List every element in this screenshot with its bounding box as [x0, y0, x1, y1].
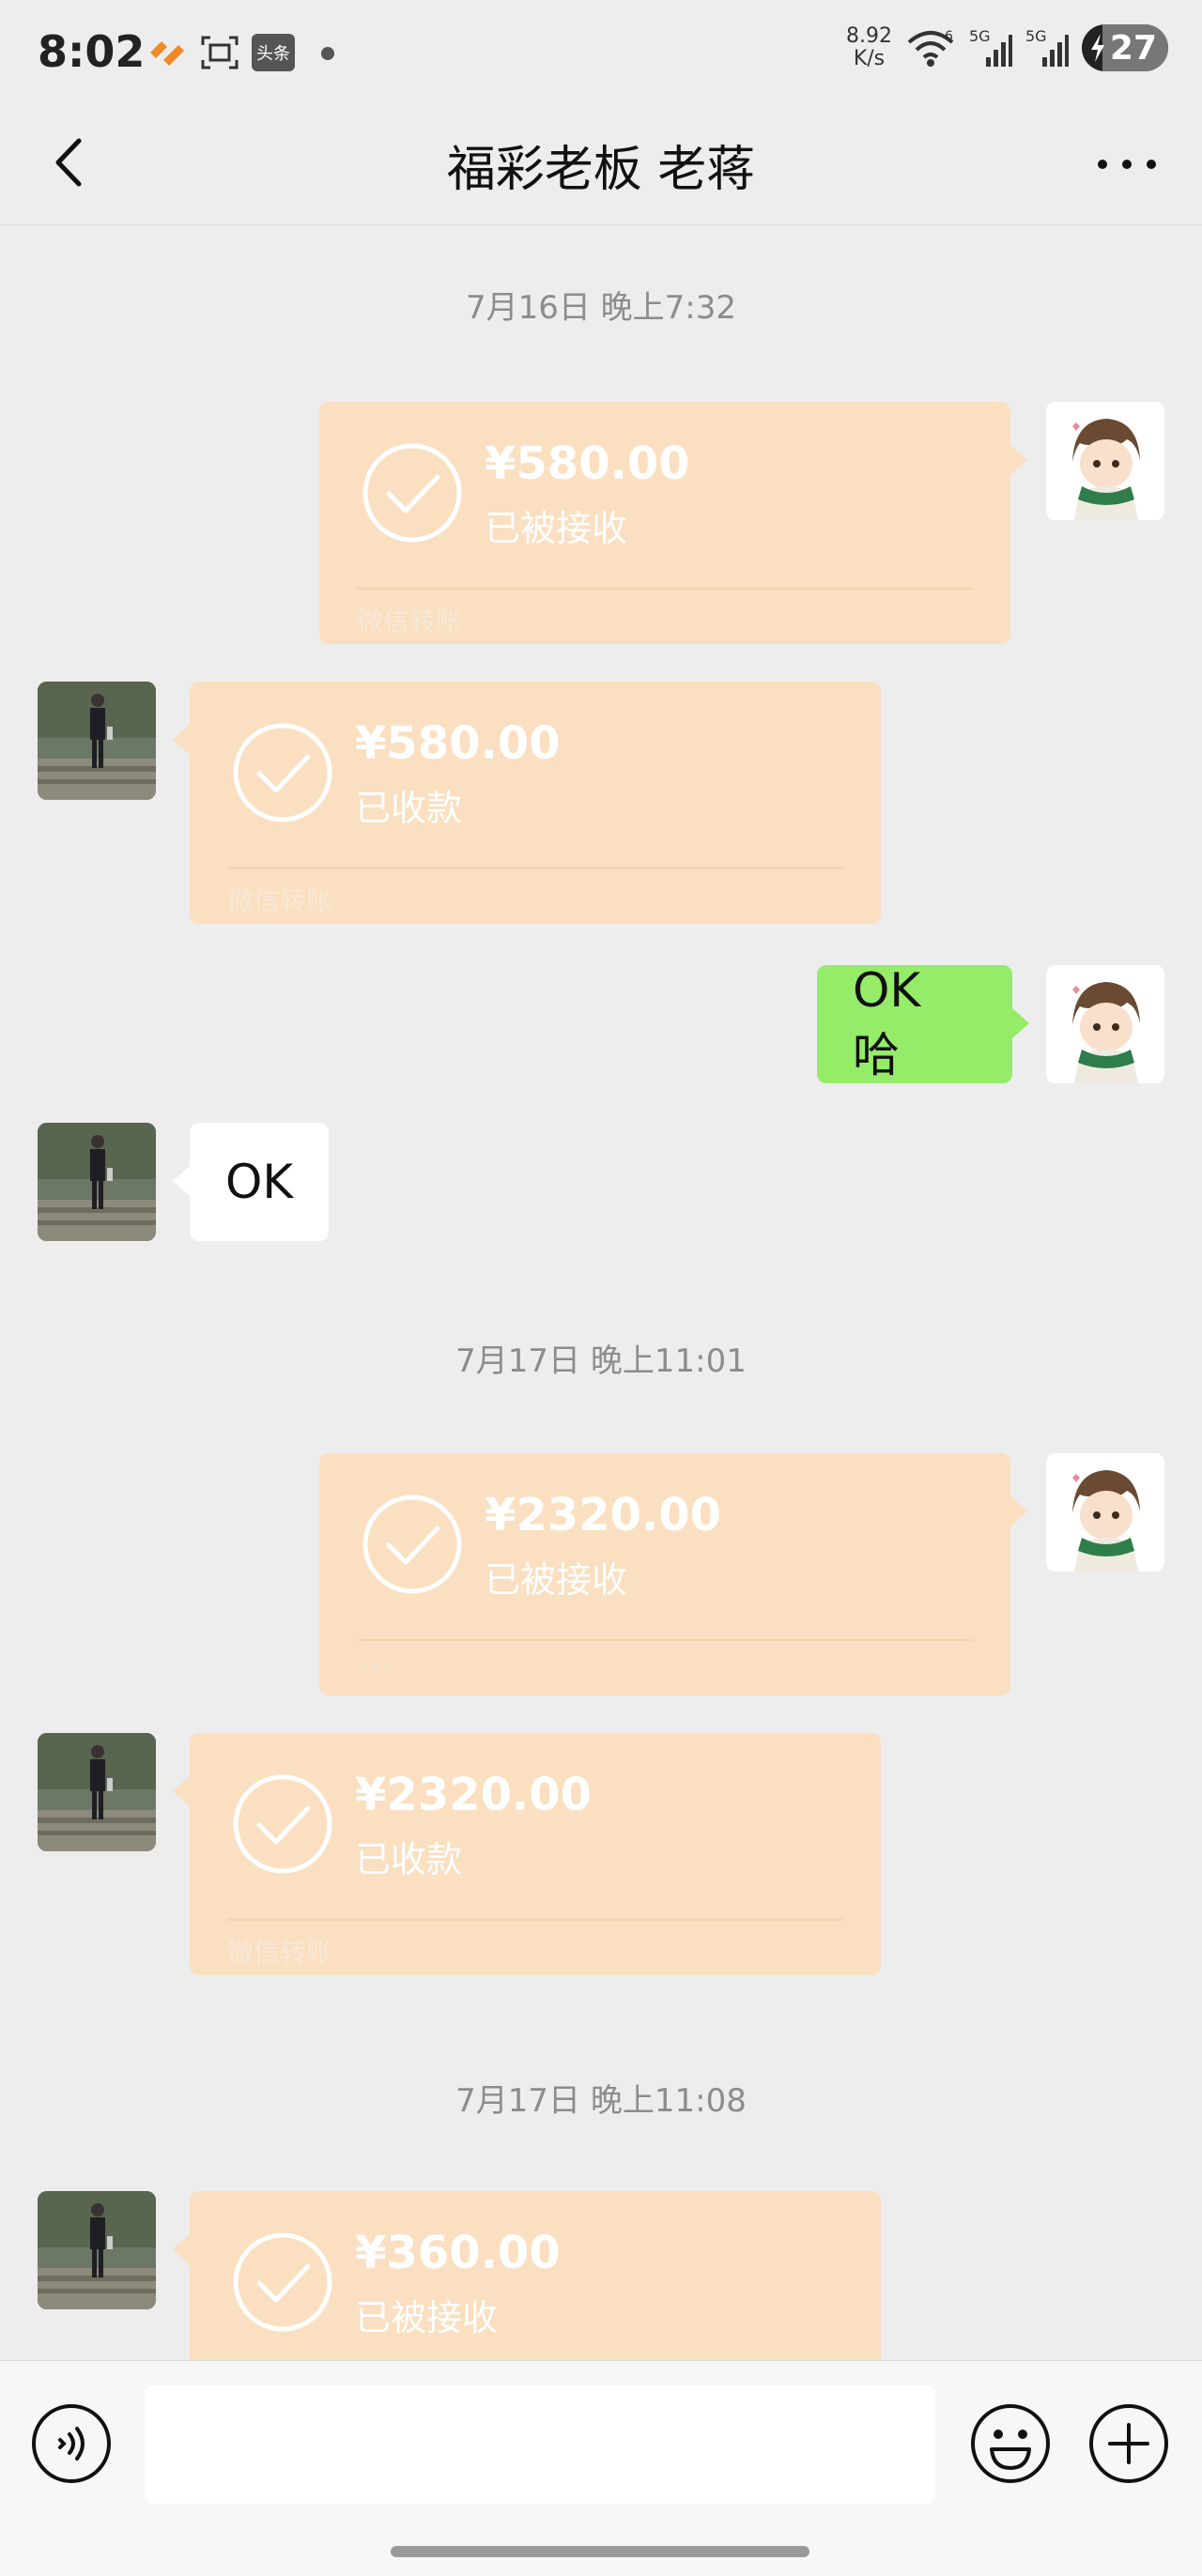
transfer-status: 已收款: [355, 788, 463, 829]
wifi-icon: 6: [907, 29, 954, 67]
transfer-card-received[interactable]: ¥2320.00 已收款 微信转账: [173, 1733, 881, 1975]
toutiao-icon: 头条: [252, 34, 295, 71]
message-input[interactable]: [145, 2385, 935, 2504]
notification-dot: [321, 47, 334, 60]
message-text: OK: [225, 1155, 294, 1209]
network-speed-value: 8.92: [846, 24, 892, 48]
transfer-footer: 微信转账: [227, 1937, 333, 1968]
transfer-card-received[interactable]: ¥580.00 已收款 微信转账: [173, 682, 881, 924]
transfer-amount: ¥2320.00: [485, 1489, 722, 1541]
avatar-me[interactable]: [1046, 1453, 1164, 1572]
chat-input-bar: [0, 2360, 1202, 2576]
avatar-contact[interactable]: [38, 2191, 156, 2309]
avatar-contact[interactable]: [38, 1733, 156, 1851]
transfer-footer: 微信转账: [227, 885, 333, 916]
text-message-sent[interactable]: OK 哈: [817, 963, 1029, 1083]
transfer-amount: ¥360.00: [355, 2227, 561, 2279]
charging-icon: [1091, 34, 1104, 62]
message-text: OK 哈: [853, 963, 921, 1082]
check-circle-icon: [361, 441, 464, 544]
transfer-status: 已收款: [355, 1839, 463, 1880]
transfer-amount: ¥2320.00: [355, 1769, 593, 1821]
wifi-badge: 6: [945, 29, 953, 44]
transfer-status: 已被接收: [355, 2297, 499, 2338]
signal-bars-icon: [986, 35, 1012, 67]
transfer-footer: 微信转账: [357, 606, 463, 636]
check-circle-icon: [231, 2231, 334, 2334]
battery-indicator: 27: [1082, 24, 1168, 71]
transfer-status: 已被接收: [485, 1559, 628, 1601]
timestamp: 7月17日 晚上11:01: [455, 1342, 747, 1380]
transfer-card-received[interactable]: ¥360.00 已被接收: [173, 2191, 881, 2360]
signal-5g-1: 5G: [969, 27, 1012, 69]
network-speed-unit: K/s: [853, 47, 886, 70]
chat-title: 福彩老板 老蒋: [446, 142, 756, 198]
screenshot-icon: [201, 36, 239, 69]
text-message-received[interactable]: OK: [173, 1123, 329, 1241]
plus-icon[interactable]: [1087, 2402, 1170, 2485]
timestamp: 7月16日 晚上7:32: [465, 289, 737, 327]
avatar-me[interactable]: [1046, 965, 1164, 1083]
check-circle-icon: [231, 1772, 334, 1876]
emoji-icon[interactable]: [969, 2402, 1052, 2485]
more-dots-icon[interactable]: [1089, 141, 1164, 188]
voice-icon[interactable]: [30, 2402, 113, 2485]
status-time: 8:02: [38, 26, 146, 77]
transfer-card-sent[interactable]: ¥2320.00 已被接收 ▬▬▬: [319, 1453, 1027, 1695]
battery-level: 27: [1109, 28, 1157, 68]
status-bar: 8:02 头条 8.92 K/s 6 5G 5G 27: [0, 0, 1202, 103]
home-indicator[interactable]: [391, 2546, 809, 2557]
avatar-contact[interactable]: [38, 1123, 156, 1241]
network-speed: 8.92 K/s: [846, 25, 892, 70]
timestamp: 7月17日 晚上11:08: [455, 2082, 747, 2120]
app-notification-icon: [150, 41, 184, 66]
signal-5g-2: 5G: [1025, 27, 1069, 69]
transfer-status: 已被接收: [485, 508, 628, 549]
signal-bars-icon-2: [1042, 35, 1069, 67]
transfer-card-sent[interactable]: ¥580.00 已被接收 微信转账: [319, 402, 1027, 644]
transfer-footer: ▬▬▬: [357, 1660, 394, 1675]
transfer-amount: ¥580.00: [485, 437, 690, 490]
avatar-me[interactable]: [1046, 402, 1164, 520]
avatar-contact[interactable]: [38, 682, 156, 800]
chat-header: 福彩老板 老蒋: [0, 103, 1202, 225]
transfer-amount: ¥580.00: [355, 717, 561, 770]
check-circle-icon: [231, 721, 334, 824]
check-circle-icon: [361, 1493, 464, 1596]
